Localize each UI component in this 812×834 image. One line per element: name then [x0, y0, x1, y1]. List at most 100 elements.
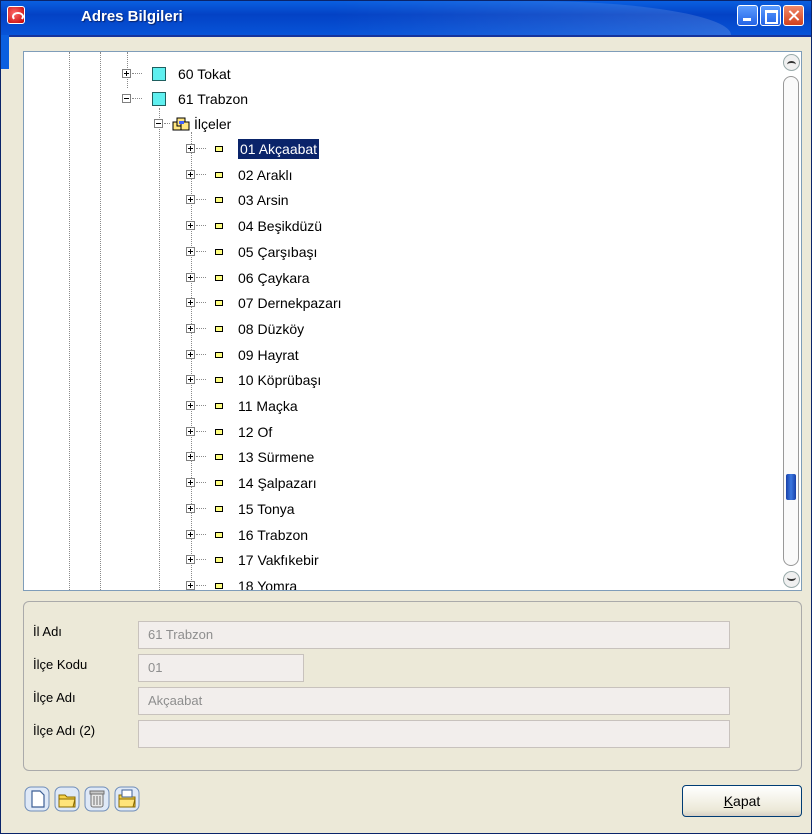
tree-connector [196, 559, 206, 560]
tree-connector [196, 277, 206, 278]
close-dialog-button[interactable]: Kapat [682, 785, 802, 817]
tree-connector [196, 199, 206, 200]
address-tree[interactable]: 60 Tokat 61 Trabzon İlçeler 01 Akçaabat 0… [23, 51, 802, 591]
tree-node-label: 05 Çarşıbaşı [238, 244, 318, 260]
tree-connector [196, 508, 206, 509]
scroll-thumb[interactable] [786, 474, 796, 500]
ilce-adi-2-label: İlçe Adı (2) [33, 723, 96, 738]
il-adi-label: İl Adı [33, 624, 62, 639]
expand-icon[interactable] [186, 478, 195, 487]
ilce-adi-label: İlçe Adı [33, 690, 76, 705]
tree-connector [196, 225, 206, 226]
district-icon [215, 172, 223, 178]
tree-node-label: 08 Düzköy [238, 321, 305, 337]
tree-node-label: 09 Hayrat [238, 347, 299, 363]
expand-icon[interactable] [186, 195, 195, 204]
district-icon [215, 223, 223, 229]
expand-icon[interactable] [186, 273, 195, 282]
ilce-adi-2-field[interactable] [138, 720, 730, 748]
district-icon [215, 352, 223, 358]
ilce-adi-field[interactable]: Akçaabat [138, 687, 730, 715]
tree-connector [196, 328, 206, 329]
tree-guide-line [100, 52, 101, 590]
tree-node-label: 17 Vakfıkebir [238, 552, 319, 568]
tree-node-label: 12 Of [238, 424, 273, 440]
tree-connector [196, 585, 206, 586]
province-icon [152, 92, 166, 106]
expand-icon[interactable] [186, 350, 195, 359]
district-icon [215, 197, 223, 203]
export-icon[interactable] [113, 785, 141, 813]
tree-connector [196, 482, 206, 483]
tree-node-label: 60 Tokat [178, 66, 231, 82]
expand-icon[interactable] [186, 247, 195, 256]
expand-icon[interactable] [186, 555, 195, 564]
trash-icon[interactable] [83, 785, 111, 813]
expand-icon[interactable] [186, 401, 195, 410]
district-icon [215, 403, 223, 409]
district-icon [215, 326, 223, 332]
collapse-icon[interactable] [154, 119, 163, 128]
ilce-kodu-field[interactable]: 01 [138, 654, 304, 682]
tree-node-label: İlçeler [194, 116, 232, 132]
maximize-button[interactable] [760, 5, 781, 26]
group-folder-icon [172, 117, 190, 131]
title-bar-decoration [331, 1, 731, 35]
tree-connector [164, 123, 170, 124]
tree-node-label: 10 Köprübaşı [238, 372, 322, 388]
tree-node-label: 18 Yomra [238, 578, 298, 591]
tree-connector [196, 354, 206, 355]
collapse-icon[interactable] [122, 94, 131, 103]
scroll-track[interactable] [783, 76, 799, 566]
tree-node-label: 13 Sürmene [238, 449, 315, 465]
expand-icon[interactable] [186, 427, 195, 436]
tree-connector [196, 379, 206, 380]
expand-icon[interactable] [186, 504, 195, 513]
district-icon [215, 532, 223, 538]
district-icon [215, 480, 223, 486]
scroll-down-button[interactable] [783, 571, 800, 588]
tree-connector [196, 174, 206, 175]
province-icon [152, 67, 166, 81]
district-icon [215, 454, 223, 460]
tree-node-label: 06 Çaykara [238, 270, 310, 286]
tree-node-label: 11 Maçka [238, 398, 298, 414]
expand-icon[interactable] [186, 581, 195, 590]
tree-guide-line [69, 52, 70, 590]
district-icon [215, 146, 223, 152]
expand-icon[interactable] [186, 144, 195, 153]
tree-node-label: 01 Akçaabat [236, 138, 321, 160]
expand-icon[interactable] [186, 221, 195, 230]
district-icon [215, 429, 223, 435]
tree-connector [196, 405, 206, 406]
tree-guide-line [159, 108, 160, 590]
scroll-up-button[interactable] [783, 54, 800, 71]
expand-icon[interactable] [186, 298, 195, 307]
window-title: Adres Bilgileri [81, 8, 183, 25]
tree-connector [196, 431, 206, 432]
ilce-kodu-label: İlçe Kodu [33, 657, 88, 672]
district-icon [215, 557, 223, 563]
expand-icon[interactable] [186, 324, 195, 333]
district-icon [215, 275, 223, 281]
title-bar[interactable]: Adres Bilgileri [1, 1, 811, 37]
open-folder-icon[interactable] [53, 785, 81, 813]
minimize-button[interactable] [737, 5, 758, 26]
expand-icon[interactable] [186, 530, 195, 539]
tree-connector [196, 456, 206, 457]
tree-connector [132, 98, 142, 99]
tree-connector [196, 251, 206, 252]
tree-connector [196, 148, 206, 149]
expand-icon[interactable] [186, 375, 195, 384]
tree-node-label: 04 Beşikdüzü [238, 218, 323, 234]
expand-icon[interactable] [186, 452, 195, 461]
kapat-mnemonic: K [723, 793, 734, 809]
close-button[interactable] [783, 5, 804, 26]
address-window: Adres Bilgileri 60 Tokat 61 Trabzon İlçe… [0, 0, 812, 834]
il-adi-field[interactable]: 61 Trabzon [138, 621, 730, 649]
expand-icon[interactable] [122, 69, 131, 78]
tree-node-label: 02 Araklı [238, 167, 293, 183]
expand-icon[interactable] [186, 170, 195, 179]
new-document-icon[interactable] [23, 785, 51, 813]
tree-scrollbar[interactable] [782, 52, 801, 590]
